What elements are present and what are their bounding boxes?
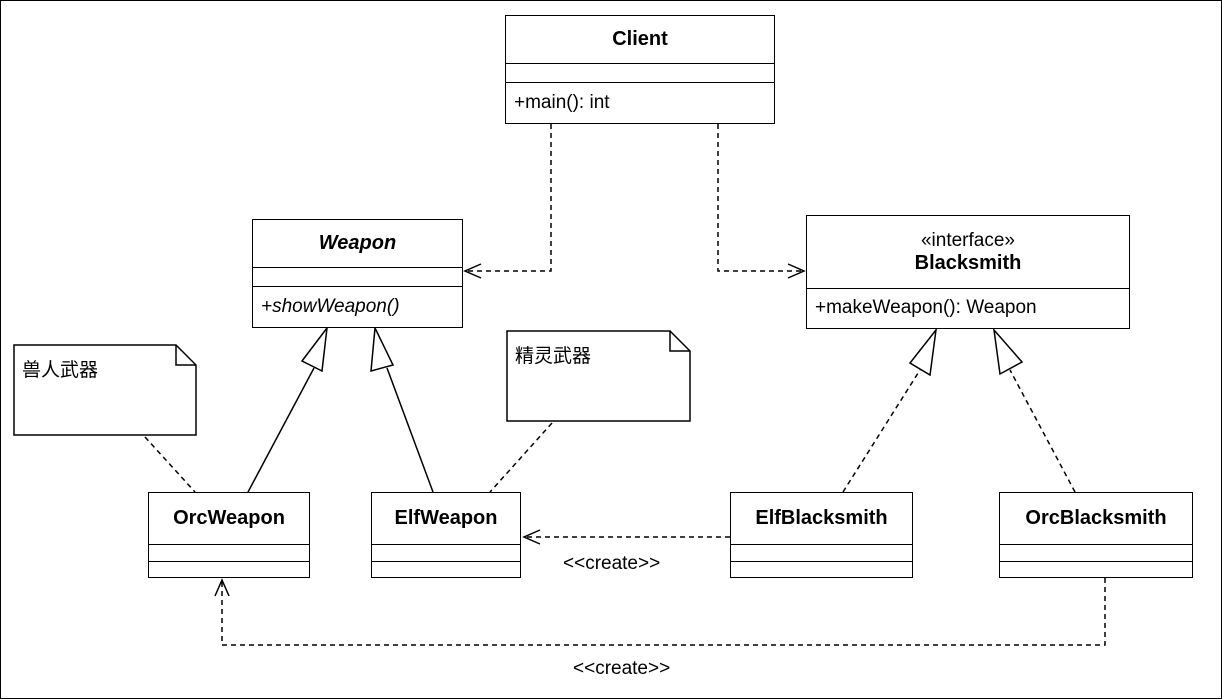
elfweapon-generalization xyxy=(386,367,434,493)
orcweapon-generalization xyxy=(247,367,315,493)
class-weapon[interactable]: Weapon +showWeapon() xyxy=(252,219,463,328)
attributes-compartment xyxy=(149,545,309,562)
class-name: ElfWeapon xyxy=(394,507,498,529)
class-orc-blacksmith[interactable]: OrcBlacksmith xyxy=(999,492,1193,578)
attributes-compartment xyxy=(506,64,774,83)
operation: +makeWeapon(): Weapon xyxy=(815,297,1037,318)
orcweapon-generalization-triangle xyxy=(300,325,329,373)
orcblacksmith-orcweapon-create xyxy=(221,578,1106,646)
class-name: Blacksmith xyxy=(914,251,1022,274)
class-name: ElfBlacksmith xyxy=(755,507,888,529)
class-orc-weapon[interactable]: OrcWeapon xyxy=(148,492,310,578)
attributes-compartment xyxy=(372,545,520,562)
class-name: OrcBlacksmith xyxy=(1025,507,1167,529)
class-name: Client xyxy=(612,28,668,50)
attributes-compartment xyxy=(1000,545,1192,562)
elf-note-text: 精灵武器 xyxy=(515,345,592,367)
class-elf-weapon[interactable]: ElfWeapon xyxy=(371,492,521,578)
class-client[interactable]: Client +main(): int xyxy=(505,15,775,124)
elfblacksmith-realization xyxy=(842,369,921,493)
orc-note-text: 兽人武器 xyxy=(22,359,99,381)
elf-note-anchor xyxy=(489,422,553,493)
attributes-compartment xyxy=(731,545,912,562)
elfblacksmith-realization-triangle xyxy=(908,327,938,377)
operation: +showWeapon() xyxy=(261,295,400,317)
elfweapon-generalization-triangle xyxy=(370,325,395,373)
interface-blacksmith[interactable]: «interface» Blacksmith +makeWeapon(): We… xyxy=(806,215,1130,329)
class-name: OrcWeapon xyxy=(173,507,285,529)
stereotype: «interface» xyxy=(920,229,1015,251)
client-weapon-dependency xyxy=(465,124,552,272)
orcblacksmith-realization-triangle xyxy=(992,327,1024,376)
orc-create-label: <<create>> xyxy=(573,658,671,679)
client-blacksmith-dependency xyxy=(717,124,802,272)
class-name: Weapon xyxy=(318,232,397,254)
operation: +main(): int xyxy=(514,91,610,113)
class-elf-blacksmith[interactable]: ElfBlacksmith xyxy=(730,492,913,578)
elf-create-label: <<create>> xyxy=(563,553,661,574)
orc-note-anchor xyxy=(144,436,196,493)
attributes-compartment xyxy=(253,268,462,287)
orcblacksmith-realization xyxy=(1009,369,1076,493)
